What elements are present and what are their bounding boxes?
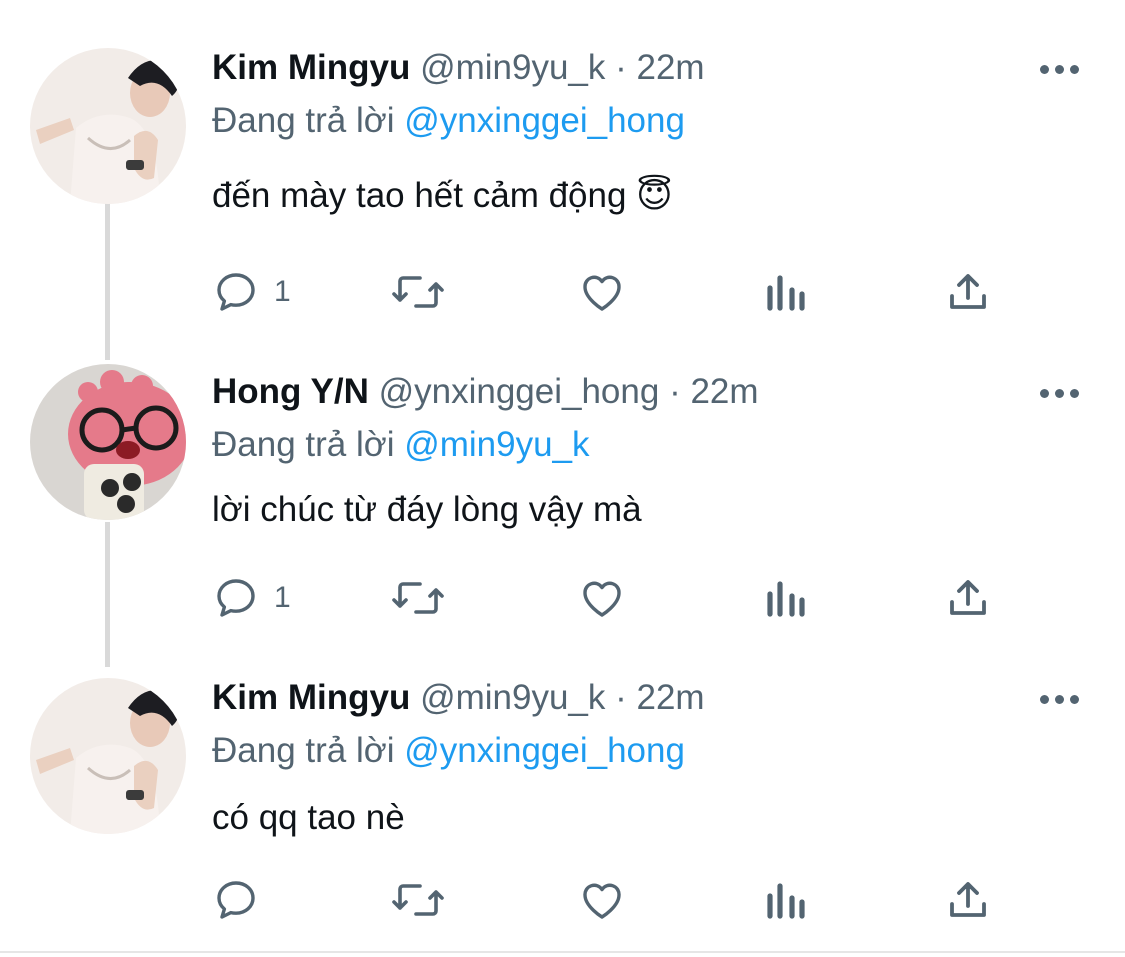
handle[interactable]: @min9yu_k [420, 48, 605, 87]
avatar[interactable] [30, 48, 186, 204]
replying-to-label: Đang trả lời [212, 425, 395, 464]
analytics-bars-icon [767, 275, 805, 311]
reply-count: 1 [274, 581, 291, 614]
timestamp[interactable]: · 22m [615, 48, 704, 87]
tweet[interactable]: Hong Y/N @ynxinggei_hong · 22m Đang trả … [0, 364, 1125, 652]
tweet-actions [212, 876, 1012, 924]
tweet-text-content: đến mày tao hết cảm động [212, 176, 627, 215]
heart-icon [583, 581, 621, 617]
reply-bubble-icon [217, 579, 255, 617]
more-options-button[interactable] [1040, 62, 1084, 76]
tweet-text-content: lời chúc từ đáy lòng vậy mà [212, 490, 642, 529]
tweet-text: lời chúc từ đáy lòng vậy mà [212, 490, 642, 530]
share-upload-icon [950, 274, 986, 309]
display-name[interactable]: Kim Mingyu [212, 48, 410, 87]
avatar-kim-mingyu-image [30, 678, 186, 834]
more-options-button[interactable] [1040, 386, 1084, 400]
share-button[interactable] [944, 574, 992, 622]
conversation-thread: Kim Mingyu @min9yu_k · 22m Đang trả lời … [0, 0, 1125, 957]
tweet[interactable]: Kim Mingyu @min9yu_k · 22m Đang trả lời … [0, 48, 1125, 338]
avatar-hong-yn-image [30, 364, 186, 520]
share-button[interactable] [944, 876, 992, 924]
more-options-button[interactable] [1040, 692, 1084, 706]
like-button[interactable] [578, 876, 626, 924]
tweet-actions: 1 [212, 574, 1012, 622]
retweet-button[interactable] [390, 268, 446, 316]
share-button[interactable] [944, 268, 992, 316]
share-upload-icon [950, 882, 986, 917]
reply-button[interactable] [212, 876, 274, 924]
tweet-text-content: có qq tao nè [212, 798, 405, 837]
heart-icon [583, 275, 621, 311]
display-name[interactable]: Hong Y/N [212, 372, 369, 411]
reply-button[interactable]: 1 [212, 268, 291, 316]
tweet-text: đến mày tao hết cảm động 😇 [212, 176, 673, 216]
mention-link[interactable]: @min9yu_k [404, 425, 589, 464]
views-button[interactable] [764, 574, 808, 622]
replying-to: Đang trả lời @ynxinggei_hong [212, 101, 685, 141]
replying-to-label: Đang trả lời [212, 731, 395, 770]
tweet-header: Kim Mingyu @min9yu_k · 22m [212, 48, 705, 88]
retweet-icon [392, 276, 444, 308]
tweet-actions: 1 [212, 268, 1012, 316]
heart-icon [583, 883, 621, 919]
mention-link[interactable]: @ynxinggei_hong [404, 731, 685, 770]
tweet-header: Hong Y/N @ynxinggei_hong · 22m [212, 372, 759, 412]
more-dots-icon [1040, 694, 1049, 704]
replying-to: Đang trả lời @min9yu_k [212, 425, 590, 465]
display-name[interactable]: Kim Mingyu [212, 678, 410, 717]
views-button[interactable] [764, 876, 808, 924]
retweet-button[interactable] [390, 876, 446, 924]
like-button[interactable] [578, 268, 626, 316]
views-button[interactable] [764, 268, 808, 316]
replying-to: Đang trả lời @ynxinggei_hong [212, 731, 685, 771]
reply-bubble-icon [217, 881, 255, 919]
handle[interactable]: @ynxinggei_hong [379, 372, 660, 411]
avatar[interactable] [30, 364, 186, 520]
reply-count: 1 [274, 275, 291, 308]
analytics-bars-icon [767, 581, 805, 617]
timestamp[interactable]: · 22m [615, 678, 704, 717]
reply-button[interactable]: 1 [212, 574, 291, 622]
more-dots-icon [1040, 388, 1049, 398]
handle[interactable]: @min9yu_k [420, 678, 605, 717]
like-button[interactable] [578, 574, 626, 622]
divider [0, 951, 1125, 953]
more-dots-icon [1040, 64, 1049, 74]
retweet-icon [392, 884, 444, 916]
reply-bubble-icon [217, 273, 255, 311]
mention-link[interactable]: @ynxinggei_hong [404, 101, 685, 140]
analytics-bars-icon [767, 883, 805, 919]
retweet-button[interactable] [390, 574, 446, 622]
tweet-header: Kim Mingyu @min9yu_k · 22m [212, 678, 705, 718]
smiling-halo-emoji-icon: 😇 [636, 176, 673, 215]
tweet[interactable]: Kim Mingyu @min9yu_k · 22m Đang trả lời … [0, 678, 1125, 948]
share-upload-icon [950, 580, 986, 615]
replying-to-label: Đang trả lời [212, 101, 395, 140]
retweet-icon [392, 582, 444, 614]
timestamp[interactable]: · 22m [669, 372, 758, 411]
avatar[interactable] [30, 678, 186, 834]
avatar-kim-mingyu-image [30, 48, 186, 204]
tweet-text: có qq tao nè [212, 798, 405, 838]
